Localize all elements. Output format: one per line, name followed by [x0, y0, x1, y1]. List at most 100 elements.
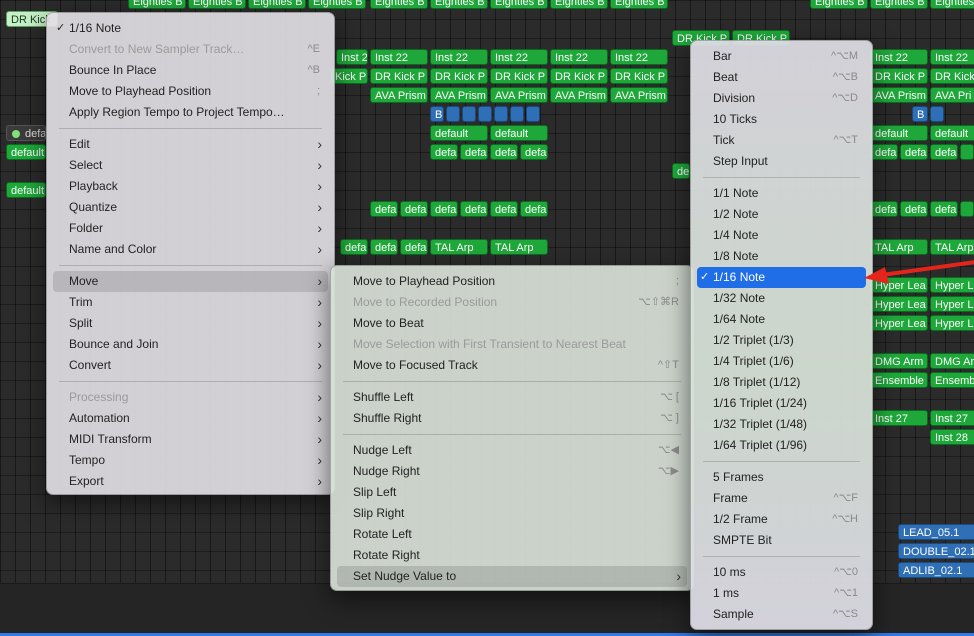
- nudge-menu-item-bar[interactable]: Bar ^⌥M: [697, 46, 866, 67]
- region[interactable]: ADLIB_02.1: [898, 562, 974, 578]
- region[interactable]: AVA Prism: [430, 87, 488, 103]
- region[interactable]: TAL Arp: [490, 239, 548, 255]
- main-menu-item-select[interactable]: Select ›: [53, 155, 328, 176]
- region[interactable]: Eighties B: [430, 0, 488, 9]
- region[interactable]: Inst 27: [930, 410, 974, 426]
- track-header-pill[interactable]: defa: [6, 125, 46, 141]
- nudge-menu-item-beat[interactable]: Beat ^⌥B: [697, 67, 866, 88]
- region[interactable]: default: [430, 125, 488, 141]
- region[interactable]: defa: [340, 239, 368, 255]
- nudge-menu-item-1-64-triplet-1-96[interactable]: 1/64 Triplet (1/96): [697, 435, 866, 456]
- nudge-menu-item-1-16-triplet-1-24[interactable]: 1/16 Triplet (1/24): [697, 393, 866, 414]
- region[interactable]: defa: [490, 144, 518, 160]
- region[interactable]: AVA Prism: [370, 87, 428, 103]
- region[interactable]: Eighties B: [308, 0, 366, 9]
- nudge-menu-item-1-8-note[interactable]: 1/8 Note: [697, 246, 866, 267]
- region[interactable]: DR Kick P: [430, 68, 488, 84]
- main-menu-item-convert[interactable]: Convert ›: [53, 355, 328, 376]
- region[interactable]: [960, 144, 974, 160]
- region[interactable]: default: [930, 125, 974, 141]
- region[interactable]: defa: [430, 144, 458, 160]
- region[interactable]: AVA Prism: [870, 87, 928, 103]
- region[interactable]: [446, 106, 460, 122]
- region[interactable]: Inst 22: [930, 49, 974, 65]
- region[interactable]: DOUBLE_02.1: [898, 543, 974, 559]
- region[interactable]: Eighties B: [248, 0, 306, 9]
- main-menu-item-bounce-in-place[interactable]: Bounce In Place ^B: [53, 60, 328, 81]
- region[interactable]: defa: [400, 201, 428, 217]
- region[interactable]: [478, 106, 492, 122]
- nudge-menu-item-1-4-note[interactable]: 1/4 Note: [697, 225, 866, 246]
- region[interactable]: defa: [900, 201, 928, 217]
- region[interactable]: Inst 22: [430, 49, 488, 65]
- region[interactable]: default: [6, 144, 46, 160]
- region[interactable]: defa: [430, 201, 458, 217]
- region[interactable]: Hyper Lea: [870, 277, 928, 293]
- nudge-menu-item-5-frames[interactable]: 5 Frames: [697, 467, 866, 488]
- region[interactable]: defa: [870, 201, 898, 217]
- region[interactable]: defa: [870, 144, 898, 160]
- nudge-menu-item-tick[interactable]: Tick ^⌥T: [697, 130, 866, 151]
- region[interactable]: defa: [370, 239, 398, 255]
- region[interactable]: [462, 106, 476, 122]
- region[interactable]: Hyper Lea: [930, 277, 974, 293]
- move-menu-item-set-nudge-value-to[interactable]: Set Nudge Value to ›: [337, 566, 687, 587]
- main-menu-item-midi-transform[interactable]: MIDI Transform ›: [53, 429, 328, 450]
- region[interactable]: Hyper Lea: [930, 296, 974, 312]
- region[interactable]: Inst 22: [870, 49, 928, 65]
- region[interactable]: defa: [490, 201, 518, 217]
- nudge-menu-item-1-4-triplet-1-6[interactable]: 1/4 Triplet (1/6): [697, 351, 866, 372]
- region[interactable]: defa: [672, 163, 690, 179]
- region[interactable]: Eighties B: [870, 0, 928, 9]
- region[interactable]: defa: [900, 144, 928, 160]
- main-menu-item-quantize[interactable]: Quantize ›: [53, 197, 328, 218]
- main-menu-item-split[interactable]: Split ›: [53, 313, 328, 334]
- region[interactable]: DR Kick P: [550, 68, 608, 84]
- region[interactable]: [960, 201, 974, 217]
- region[interactable]: [510, 106, 524, 122]
- nudge-menu-item-1-1-note[interactable]: 1/1 Note: [697, 183, 866, 204]
- region[interactable]: DMG Arm: [930, 353, 974, 369]
- region[interactable]: AVA Pri: [930, 87, 974, 103]
- region[interactable]: defa: [370, 201, 398, 217]
- nudge-menu-item-10-ms[interactable]: 10 ms ^⌥0: [697, 562, 866, 583]
- region[interactable]: Inst 22: [610, 49, 668, 65]
- region[interactable]: DR Kick P: [610, 68, 668, 84]
- nudge-menu-item-1-16-note[interactable]: ✓ 1/16 Note: [697, 267, 866, 288]
- region[interactable]: Eighties B: [810, 0, 868, 9]
- region[interactable]: [526, 106, 540, 122]
- region[interactable]: Eighties B: [490, 0, 548, 9]
- main-menu-item-folder[interactable]: Folder ›: [53, 218, 328, 239]
- main-menu-item-export[interactable]: Export ›: [53, 471, 328, 492]
- nudge-menu-item-1-2-frame[interactable]: 1/2 Frame ^⌥H: [697, 509, 866, 530]
- move-menu-item-move-to-playhead-position[interactable]: Move to Playhead Position;: [337, 271, 687, 292]
- move-menu-item-slip-left[interactable]: Slip Left: [337, 482, 687, 503]
- main-menu-item-bounce-and-join[interactable]: Bounce and Join ›: [53, 334, 328, 355]
- nudge-menu-item-1-ms[interactable]: 1 ms ^⌥1: [697, 583, 866, 604]
- region[interactable]: LEAD_05.1: [898, 524, 974, 540]
- move-menu-item-slip-right[interactable]: Slip Right: [337, 503, 687, 524]
- region[interactable]: Hyper Lea: [930, 315, 974, 331]
- main-menu-item-automation[interactable]: Automation ›: [53, 408, 328, 429]
- region[interactable]: defa: [520, 201, 548, 217]
- nudge-menu-item-sample[interactable]: Sample ^⌥S: [697, 604, 866, 625]
- region[interactable]: DR Kick P: [870, 68, 928, 84]
- region[interactable]: Eighties B: [550, 0, 608, 9]
- region[interactable]: TAL Arp: [930, 239, 974, 255]
- region[interactable]: Kick P: [330, 68, 368, 84]
- main-menu-item-move-to-playhead-position[interactable]: Move to Playhead Position;: [53, 81, 328, 102]
- region[interactable]: DR Kick: [930, 68, 974, 84]
- move-menu-item-rotate-left[interactable]: Rotate Left: [337, 524, 687, 545]
- region[interactable]: default: [490, 125, 548, 141]
- region[interactable]: Eighties B: [188, 0, 246, 9]
- region[interactable]: default: [870, 125, 928, 141]
- move-menu-item-nudge-right[interactable]: Nudge Right ⌥▶: [337, 461, 687, 482]
- move-menu-item-shuffle-right[interactable]: Shuffle Right ⌥ ]: [337, 408, 687, 429]
- region[interactable]: Ensemb: [930, 372, 974, 388]
- main-menu-item-trim[interactable]: Trim ›: [53, 292, 328, 313]
- region[interactable]: AVA Prism: [490, 87, 548, 103]
- region[interactable]: Hyper Lea: [870, 315, 928, 331]
- move-menu-item-shuffle-left[interactable]: Shuffle Left ⌥ [: [337, 387, 687, 408]
- region[interactable]: Eighties B: [370, 0, 428, 9]
- region[interactable]: defa: [460, 201, 488, 217]
